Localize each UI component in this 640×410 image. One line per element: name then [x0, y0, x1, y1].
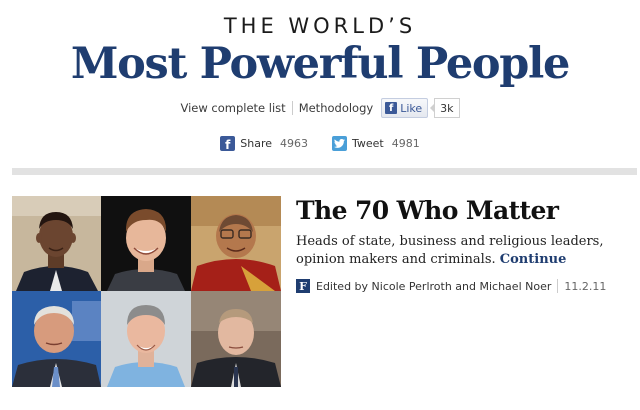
view-complete-list-link[interactable]: View complete list — [180, 101, 285, 115]
facebook-like-button[interactable]: f Like — [381, 98, 429, 118]
facebook-share-button[interactable]: f Share 4963 — [220, 136, 308, 151]
portrait-grid[interactable] — [12, 196, 281, 387]
forbes-logo-icon: F — [296, 279, 310, 293]
tweet-count: 4981 — [391, 137, 420, 150]
like-label: Like — [400, 101, 423, 115]
tweet-label: Tweet — [352, 137, 384, 150]
section-divider — [12, 168, 637, 175]
share-label: Share — [240, 137, 272, 150]
portrait-5 — [101, 291, 191, 387]
facebook-icon: f — [385, 102, 398, 114]
feature-description: Heads of state, business and religious l… — [296, 233, 636, 269]
portrait-2 — [101, 196, 191, 291]
share-count: 4963 — [280, 137, 308, 150]
portrait-3 — [191, 196, 281, 291]
byline-text: Edited by Nicole Perlroth and Michael No… — [316, 279, 552, 293]
byline: F Edited by Nicole Perlroth and Michael … — [296, 279, 606, 293]
share-bar: f Share 4963 Tweet 4981 — [0, 136, 640, 151]
portrait-6 — [191, 291, 281, 387]
page-kicker: THE WORLD’S — [223, 14, 417, 38]
link-divider — [291, 101, 293, 115]
page-title: Most Powerful People — [70, 39, 571, 89]
continue-link[interactable]: Continue — [500, 252, 567, 267]
methodology-link[interactable]: Methodology — [299, 101, 374, 115]
publish-date: 11.2.11 — [564, 279, 607, 293]
list-links-bar: View complete list Methodology f Like 3k — [0, 96, 640, 120]
like-count-bubble: 3k — [430, 98, 460, 118]
tweet-button[interactable]: Tweet 4981 — [332, 136, 420, 151]
feature-headline[interactable]: The 70 Who Matter — [296, 196, 559, 225]
byline-divider — [557, 279, 559, 293]
portrait-4 — [12, 291, 101, 387]
portrait-1 — [12, 196, 101, 291]
twitter-bird-icon — [332, 136, 347, 151]
facebook-icon: f — [220, 136, 236, 151]
